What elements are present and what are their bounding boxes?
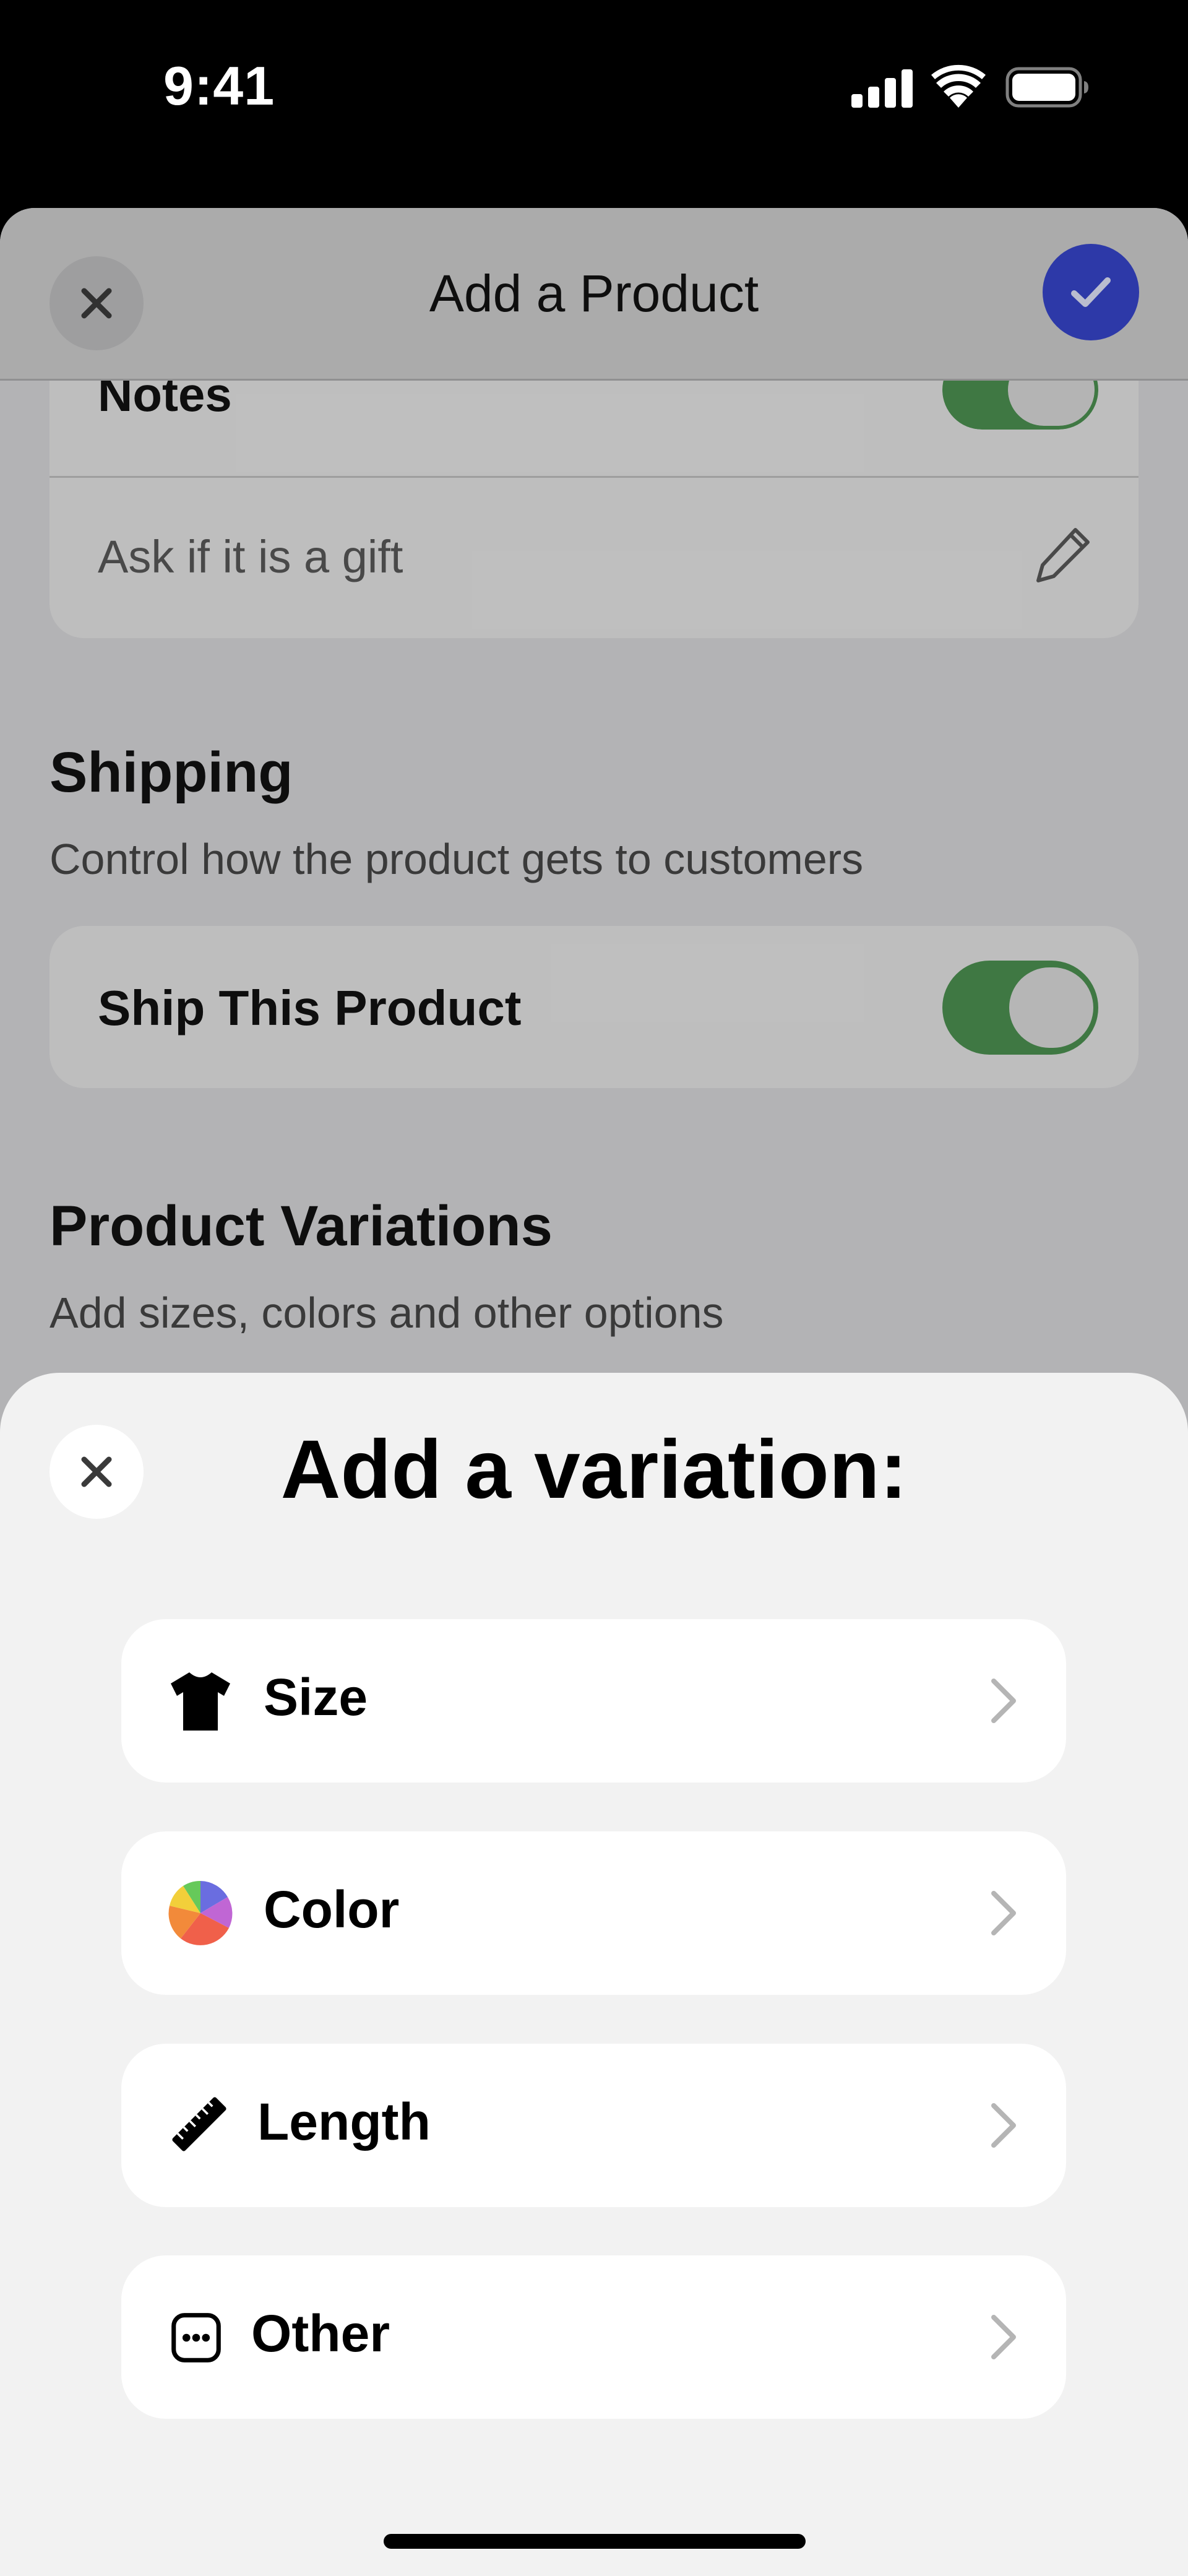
variation-sheet-title: Add a variation:: [280, 1424, 908, 1516]
option-label: Other: [251, 2304, 390, 2362]
option-label: Size: [264, 1668, 368, 1726]
chevron-right-icon: [991, 1891, 1016, 1935]
color-wheel-icon: [168, 1881, 233, 1945]
ruler-icon: [172, 2097, 226, 2151]
variation-option-size[interactable]: Size: [121, 1619, 1066, 1783]
option-label: Length: [257, 2093, 431, 2151]
ellipsis-square-icon: [171, 2313, 221, 2362]
chevron-right-icon: [991, 2103, 1016, 2148]
home-indicator[interactable]: [384, 2534, 806, 2549]
tshirt-icon: [171, 1672, 230, 1731]
variation-option-color[interactable]: Color: [121, 1831, 1066, 1995]
cellular-signal-icon: [851, 69, 913, 108]
chevron-right-icon: [991, 2315, 1016, 2359]
variation-option-length[interactable]: Length: [121, 2044, 1066, 2207]
variation-option-other[interactable]: Other: [121, 2255, 1066, 2419]
wifi-icon: [931, 64, 986, 108]
chevron-right-icon: [991, 1679, 1016, 1723]
option-label: Color: [264, 1880, 400, 1938]
status-time: 9:41: [163, 55, 275, 116]
battery-icon: [1005, 67, 1088, 108]
